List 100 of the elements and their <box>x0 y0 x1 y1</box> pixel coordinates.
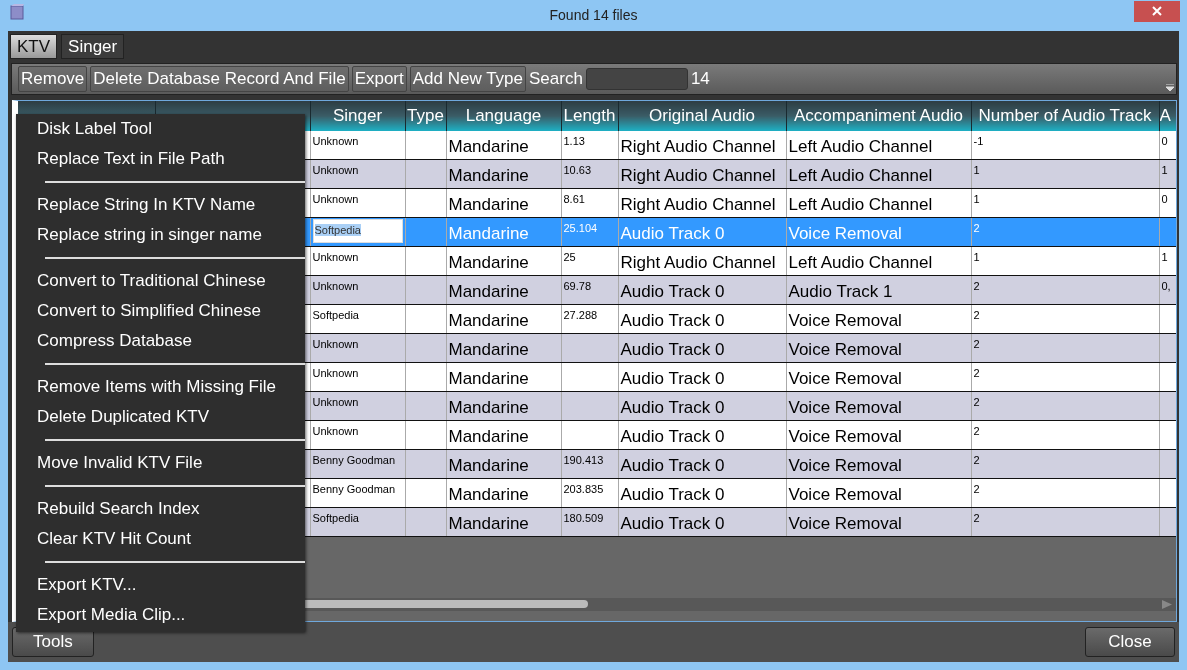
table-cell: Mandarine <box>448 282 529 302</box>
table-cell: Voice Removal <box>788 427 902 447</box>
table-cell: 10.63 <box>563 164 592 176</box>
table-cell: Unknown <box>312 367 359 379</box>
table-cell: 180.509 <box>563 512 604 524</box>
table-cell: Unknown <box>312 280 359 292</box>
table-cell: Voice Removal <box>788 311 902 331</box>
table-cell: Softpedia <box>312 309 359 321</box>
table-cell: Right Audio Channel <box>620 166 776 186</box>
toolbar-button[interactable]: Add New Type <box>409 66 527 92</box>
table-cell: Audio Track 0 <box>620 340 725 360</box>
menu-item[interactable]: Convert to Traditional Chinese <box>16 266 266 296</box>
menu-item[interactable]: Clear KTV Hit Count <box>16 524 191 554</box>
table-cell: 0 <box>1161 135 1168 147</box>
table-cell: Unknown <box>312 164 359 176</box>
table-cell: Audio Track 0 <box>620 514 725 534</box>
table-cell: 0, <box>1161 280 1171 292</box>
tab[interactable]: KTV <box>10 34 58 59</box>
table-cell: Unknown <box>312 193 359 205</box>
table-cell: 25.104 <box>563 222 598 234</box>
window-title: Found 14 files <box>549 7 638 23</box>
table-cell: Voice Removal <box>788 224 902 244</box>
table-cell: Audio Track 1 <box>788 282 893 302</box>
menu-item[interactable]: Convert to Simplified Chinese <box>16 296 261 326</box>
menu-item[interactable]: Move Invalid KTV File <box>16 448 203 478</box>
table-cell: 1 <box>973 251 980 263</box>
table-cell: 2 <box>973 367 980 379</box>
toolbar-button[interactable]: Export <box>351 66 407 92</box>
search-label: Search <box>529 69 583 89</box>
table-cell: 2 <box>973 309 980 321</box>
table-cell: Audio Track 0 <box>620 369 725 389</box>
table-cell: 1 <box>973 193 980 205</box>
table-cell: Voice Removal <box>788 398 902 418</box>
table-cell: 190.413 <box>563 454 604 466</box>
close-icon <box>1152 6 1162 16</box>
right-arrow-icon[interactable] <box>1162 600 1172 609</box>
table-cell: Voice Removal <box>788 485 902 505</box>
table-cell: Voice Removal <box>788 514 902 534</box>
table-cell: Mandarine <box>448 456 529 476</box>
table-cell: Audio Track 0 <box>620 485 725 505</box>
close-button[interactable] <box>1134 0 1180 22</box>
toolbar-button[interactable]: Remove <box>18 66 88 92</box>
table-cell: Mandarine <box>448 485 529 505</box>
table-cell: 27.288 <box>563 309 598 321</box>
close-button[interactable]: Close <box>1085 627 1175 657</box>
menu-item[interactable]: Delete Duplicated KTV <box>16 402 209 432</box>
table-cell: -1 <box>973 135 984 147</box>
table-cell: Benny Goodman <box>312 454 396 466</box>
table-cell: 25 <box>563 251 576 263</box>
table-cell: 2 <box>973 483 980 495</box>
edit-field[interactable]: Softpedia <box>312 219 403 243</box>
table-cell: Unknown <box>312 338 359 350</box>
table-cell: 1 <box>1161 164 1168 176</box>
table-cell: Voice Removal <box>788 340 902 360</box>
table-cell: Softpedia <box>312 512 359 524</box>
table-cell: Audio Track 0 <box>620 282 725 302</box>
table-cell: Mandarine <box>448 253 529 273</box>
table-cell: 2 <box>973 454 980 466</box>
database-icon <box>10 3 24 20</box>
overflow-icon[interactable] <box>1166 84 1174 92</box>
table-cell: Unknown <box>312 135 359 147</box>
table-cell: Audio Track 0 <box>620 456 725 476</box>
table-cell: Mandarine <box>448 398 529 418</box>
table-cell: Audio Track 0 <box>620 398 725 418</box>
table-cell: Unknown <box>312 251 359 263</box>
table-cell: 1 <box>973 164 980 176</box>
table-cell: Benny Goodman <box>312 483 396 495</box>
menu-item[interactable]: Replace string in singer name <box>16 220 262 250</box>
menu-item[interactable]: Replace Text in File Path <box>16 144 225 174</box>
table-cell: Audio Track 0 <box>620 427 725 447</box>
menu-item[interactable]: Disk Label Tool <box>16 114 152 144</box>
search-field[interactable] <box>585 68 688 90</box>
table-cell: Mandarine <box>448 166 529 186</box>
table-cell: Left Audio Channel <box>788 253 933 273</box>
menu-item[interactable]: Remove Items with Missing File <box>16 372 276 402</box>
table-cell: Mandarine <box>448 224 529 244</box>
menu-item[interactable]: Export Media Clip... <box>16 600 186 630</box>
menu-item[interactable]: Replace String In KTV Name <box>16 190 256 220</box>
menu-item[interactable]: Compress Database <box>16 326 192 356</box>
table-cell: 69.78 <box>563 280 592 292</box>
tab[interactable]: Singer <box>61 34 125 59</box>
table-cell: Mandarine <box>448 427 529 447</box>
menu-item[interactable]: Export KTV... <box>16 570 137 600</box>
table-cell: Mandarine <box>448 340 529 360</box>
table-cell: 8.61 <box>563 193 585 205</box>
table-cell: 1.13 <box>563 135 585 147</box>
table-cell: Audio Track 0 <box>620 224 725 244</box>
table-cell: Right Audio Channel <box>620 195 776 215</box>
table-cell: Left Audio Channel <box>788 166 933 186</box>
table-cell: 0 <box>1161 193 1168 205</box>
table-cell: 2 <box>973 396 980 408</box>
table-cell: Unknown <box>312 425 359 437</box>
toolbar-button[interactable]: Delete Database Record And File <box>90 66 349 92</box>
table-cell: Unknown <box>312 396 359 408</box>
table-cell: Voice Removal <box>788 456 902 476</box>
table-cell: 2 <box>973 338 980 350</box>
table-cell: Right Audio Channel <box>620 253 776 273</box>
table-cell: 2 <box>973 222 980 234</box>
table-cell: 2 <box>973 512 980 524</box>
menu-item[interactable]: Rebuild Search Index <box>16 494 200 524</box>
